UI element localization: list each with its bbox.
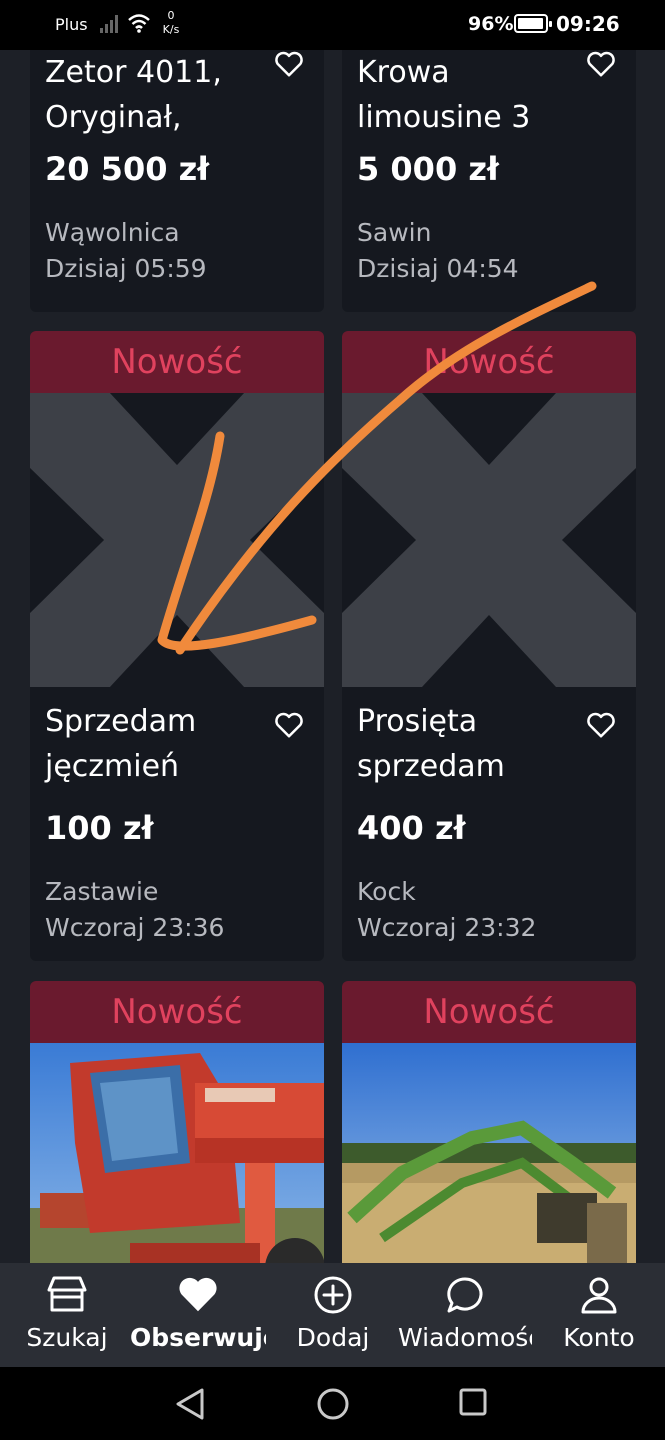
placeholder-image xyxy=(30,393,324,687)
nav-label: Szukaj xyxy=(26,1323,108,1352)
user-icon xyxy=(581,1277,617,1314)
listing-price: 5 000 zł xyxy=(357,150,499,188)
heart-outline-icon[interactable] xyxy=(274,711,304,739)
listing-date: Dzisiaj 04:54 xyxy=(357,254,519,283)
carrier-label: Plus xyxy=(55,15,88,34)
combine-harvester-photo xyxy=(30,1043,324,1263)
listing-card[interactable]: Krowa limousine 3 5 000 zł Sawin Dzisiaj… xyxy=(342,50,636,312)
listing-card[interactable]: Nowość xyxy=(342,981,636,1263)
battery-fill xyxy=(518,18,543,29)
new-badge: Nowość xyxy=(342,981,636,1043)
heart-outline-icon[interactable] xyxy=(586,50,616,78)
heart-outline-icon[interactable] xyxy=(586,711,616,739)
battery-percent: 96% xyxy=(468,13,514,35)
listing-location: Wąwolnica xyxy=(45,218,180,247)
new-badge: Nowość xyxy=(342,331,636,393)
listing-date: Dzisiaj 05:59 xyxy=(45,254,207,283)
clock: 09:26 xyxy=(556,12,620,36)
net-speed-unit: K/s xyxy=(162,23,180,36)
nav-search[interactable]: Szukaj xyxy=(14,1263,120,1367)
battery-icon xyxy=(514,14,552,33)
signal-icon xyxy=(100,13,122,37)
listing-location: Sawin xyxy=(357,218,432,247)
listing-price: 400 zł xyxy=(357,809,466,847)
listing-title: Krowa limousine 3 xyxy=(357,55,531,135)
listing-price: 20 500 zł xyxy=(45,150,210,188)
listing-date: Wczoraj 23:32 xyxy=(357,913,537,942)
listing-title: Sprzedam jęczmień xyxy=(45,704,197,784)
nav-label: Konto xyxy=(563,1323,635,1352)
nav-add[interactable]: Dodaj xyxy=(280,1263,386,1367)
home-icon[interactable] xyxy=(316,1387,350,1421)
listing-location: Kock xyxy=(357,877,416,906)
placeholder-image xyxy=(342,393,636,687)
wifi-icon xyxy=(127,12,151,38)
nav-label: Wiadomości xyxy=(398,1323,532,1352)
back-icon[interactable] xyxy=(174,1387,206,1421)
listing-price: 100 zł xyxy=(45,809,154,847)
listing-title: Prosięta sprzedam xyxy=(357,704,505,784)
front-loader-photo xyxy=(342,1043,636,1263)
nav-messages[interactable]: Wiadomości xyxy=(398,1263,532,1367)
listing-location: Zastawie xyxy=(45,877,159,906)
listing-card[interactable]: Zetor 4011, Oryginał, 20 500 zł Wąwolnic… xyxy=(30,50,324,312)
new-badge: Nowość xyxy=(30,331,324,393)
chat-icon xyxy=(447,1277,483,1313)
nav-label: Obserwuje xyxy=(130,1323,266,1352)
listing-card[interactable]: Nowość xyxy=(30,981,324,1263)
bottom-navigation: Szukaj Obserwuje Dodaj Wiadomości Konto xyxy=(0,1263,665,1367)
nav-account[interactable]: Konto xyxy=(548,1263,650,1367)
heart-icon xyxy=(179,1277,217,1312)
plus-circle-icon xyxy=(314,1276,352,1314)
recents-icon[interactable] xyxy=(458,1387,488,1417)
net-speed: 0 K/s xyxy=(160,9,182,37)
nav-observed[interactable]: Obserwuje xyxy=(130,1263,266,1367)
listing-date: Wczoraj 23:36 xyxy=(45,913,225,942)
shop-icon xyxy=(47,1276,87,1312)
status-bar: Plus 0 K/s 96% 09:26 xyxy=(0,0,665,50)
heart-outline-icon[interactable] xyxy=(274,50,304,78)
listing-card[interactable]: Nowość Prosięta sprzedam 400 zł Kock Wcz… xyxy=(342,331,636,961)
net-speed-value: 0 xyxy=(167,9,175,22)
new-badge: Nowość xyxy=(30,981,324,1043)
system-navigation-bar xyxy=(0,1367,665,1440)
listing-title: Zetor 4011, Oryginał, xyxy=(45,55,222,135)
listing-feed[interactable]: Zetor 4011, Oryginał, 20 500 zł Wąwolnic… xyxy=(0,50,665,1263)
nav-label: Dodaj xyxy=(296,1323,370,1352)
listing-card[interactable]: Nowość Sprzedam jęczmień 100 zł Zastawie… xyxy=(30,331,324,961)
